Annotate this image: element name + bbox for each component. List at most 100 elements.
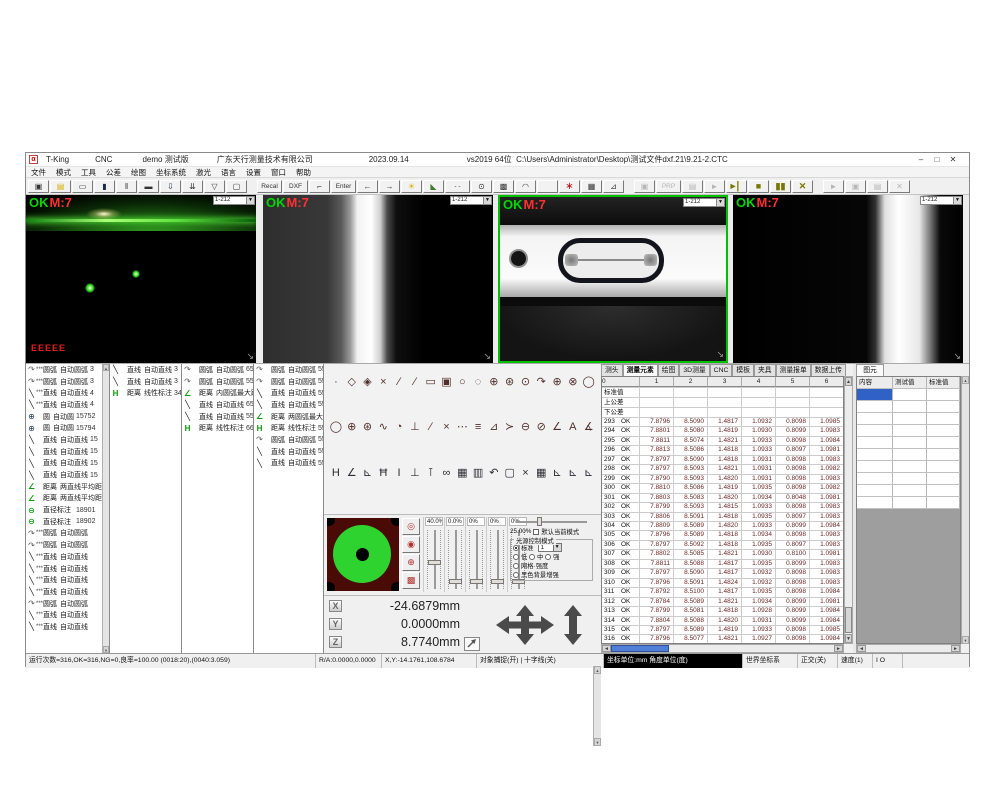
chevron-down-icon[interactable]: ▼	[246, 197, 254, 204]
measured-value[interactable]: 1.0933	[742, 522, 776, 530]
empty-cell[interactable]	[927, 485, 960, 496]
measured-value[interactable]: 1.4821	[708, 635, 742, 643]
camera-view-4[interactable]: OKM:7 1-212▼ ↘	[733, 195, 963, 363]
measured-value[interactable]: 7.8797	[640, 465, 674, 473]
run-to-end-button[interactable]: ►▏	[726, 180, 747, 193]
list-item[interactable]: ╲直线自动直线55	[254, 387, 323, 399]
measured-value[interactable]: 0.8098	[776, 418, 810, 426]
measure-tool-icon[interactable]: ⊿	[486, 419, 502, 436]
laser-burst-button[interactable]: ∗	[559, 180, 580, 193]
measured-value[interactable]: 7.8792	[640, 588, 674, 596]
measured-value[interactable]: 0.8098	[776, 503, 810, 511]
table-row[interactable]: 306OK7.87978.50921.48181.09350.80971.098…	[602, 541, 843, 550]
empty-cell[interactable]	[857, 425, 893, 436]
measured-value[interactable]: 1.4817	[708, 418, 742, 426]
measure-tool-icon[interactable]: ⊙	[518, 374, 534, 391]
measured-value[interactable]: 1.0935	[742, 484, 776, 492]
table-row[interactable]: 295OK7.88118.50741.48211.09330.80981.098…	[602, 437, 843, 446]
list-item[interactable]: H距离线性标注55	[254, 422, 323, 434]
list-item[interactable]: ⊖直径标注18902	[26, 516, 109, 528]
empty-cell[interactable]	[927, 425, 960, 436]
high-radio[interactable]	[545, 554, 551, 560]
scroll-up-icon[interactable]: ▲	[845, 377, 852, 386]
measure-tool-icon[interactable]: ⊺	[423, 465, 439, 482]
chevron-down-icon[interactable]: ▼	[483, 197, 491, 204]
measured-value[interactable]: 8.5085	[674, 550, 708, 558]
measured-value[interactable]: 1.4818	[708, 607, 742, 615]
table-row[interactable]: 304OK7.88098.50891.48201.09330.80991.098…	[602, 522, 843, 531]
measured-value[interactable]: 8.5091	[674, 513, 708, 521]
empty-cell[interactable]	[927, 449, 960, 460]
menu-item-4[interactable]: 绘图	[126, 167, 151, 178]
measured-value[interactable]: 1.0981	[810, 494, 844, 502]
empty-cell[interactable]	[776, 408, 810, 417]
measured-value[interactable]: 0.8098	[776, 626, 810, 634]
measure-tool-icon[interactable]: ⊾	[549, 465, 565, 482]
measured-value[interactable]: 7.8790	[640, 475, 674, 483]
ring-light-icon[interactable]: ◎	[402, 518, 420, 535]
measure-tool-icon[interactable]: ▥	[470, 465, 486, 482]
empty-cell[interactable]	[674, 398, 708, 407]
table-row[interactable]: 310OK7.87968.50911.48241.09320.80981.098…	[602, 579, 843, 588]
menu-item-8[interactable]: 设置	[241, 167, 266, 178]
list-item[interactable]: ╲直线自动直线3	[110, 364, 181, 376]
menu-item-0[interactable]: 文件	[26, 167, 51, 178]
run-gray-button[interactable]: ►	[704, 180, 725, 193]
tab-CNC[interactable]: CNC	[710, 364, 733, 376]
empty-cell[interactable]	[674, 408, 708, 417]
panel-row[interactable]	[857, 485, 960, 497]
measured-value[interactable]: 0.8097	[776, 513, 810, 521]
measured-value[interactable]: 7.8810	[640, 484, 674, 492]
measured-value[interactable]: 1.0984	[810, 437, 844, 445]
table-row[interactable]: 309OK7.87978.50901.48171.09320.80981.098…	[602, 569, 843, 578]
measured-value[interactable]: 0.8098	[776, 437, 810, 445]
measured-value[interactable]: 0.8098	[776, 465, 810, 473]
light-panel-scrollbar[interactable]: ▲▼	[593, 666, 601, 746]
measured-value[interactable]: 8.5081	[674, 607, 708, 615]
measure-tool-icon[interactable]: ∠	[549, 419, 565, 436]
tab-夹具[interactable]: 夹具	[754, 364, 776, 376]
measure-tool-icon[interactable]: ▣	[439, 374, 455, 391]
measured-value[interactable]: 1.0983	[810, 531, 844, 539]
scroll-up-icon[interactable]: ▲	[594, 666, 601, 674]
measured-value[interactable]: 1.4819	[708, 427, 742, 435]
measure-tool-icon[interactable]: ⊥	[407, 419, 423, 436]
measured-value[interactable]: 1.0935	[742, 588, 776, 596]
panel-row[interactable]	[857, 401, 960, 413]
table-row[interactable]: 314OK7.88048.50881.48201.09310.80991.098…	[602, 617, 843, 626]
master-light-slider[interactable]	[516, 517, 587, 527]
measured-value[interactable]: 0.8099	[776, 607, 810, 615]
list-item[interactable]: ╲***直线自动直线	[26, 551, 109, 563]
menu-item-5[interactable]: 坐标系统	[151, 167, 191, 178]
menu-item-9[interactable]: 窗口	[266, 167, 291, 178]
table-row[interactable]: 297OK7.87978.50901.48181.09310.80981.098…	[602, 456, 843, 465]
camera1-zoom-select[interactable]: 1-212▼	[213, 196, 255, 205]
probe-down-button[interactable]: ⇩	[160, 180, 181, 193]
block-up-button[interactable]: ▬	[138, 180, 159, 193]
maximize-button[interactable]: □	[929, 154, 945, 166]
measured-value[interactable]: 8.5089	[674, 531, 708, 539]
measured-value[interactable]: 8.5083	[674, 494, 708, 502]
empty-cell[interactable]	[893, 401, 927, 412]
empty-cell[interactable]	[893, 389, 927, 400]
scroll-down-icon[interactable]: ▼	[594, 738, 601, 746]
measured-value[interactable]: 8.5086	[674, 484, 708, 492]
measured-value[interactable]: 0.8098	[776, 484, 810, 492]
measure-tool-icon[interactable]: ∡	[581, 419, 597, 436]
camera-view-3-selected[interactable]: OKM:7 1-212▼ ↘	[498, 195, 728, 363]
table-row[interactable]: 311OK7.87928.51001.48171.09350.80981.098…	[602, 588, 843, 597]
measured-value[interactable]: 0.8099	[776, 560, 810, 568]
tab-数据上传[interactable]: 数据上传	[811, 364, 846, 376]
table-row[interactable]: 298OK7.87978.50931.48211.09310.80981.098…	[602, 465, 843, 474]
measure-tool-icon[interactable]: ⋯	[454, 419, 470, 436]
measured-value[interactable]: 1.0933	[742, 503, 776, 511]
empty-cell[interactable]	[857, 473, 893, 484]
measured-value[interactable]: 0.8098	[776, 475, 810, 483]
measured-value[interactable]: 1.0983	[810, 513, 844, 521]
tolerance-row[interactable]: 下公差	[602, 408, 843, 418]
scroll-down-icon[interactable]: ▼	[962, 636, 969, 644]
measure-tool-icon[interactable]: ◯	[581, 374, 597, 391]
measured-value[interactable]: 1.0934	[742, 598, 776, 606]
menu-item-3[interactable]: 公差	[101, 167, 126, 178]
empty-cell[interactable]	[640, 408, 674, 417]
